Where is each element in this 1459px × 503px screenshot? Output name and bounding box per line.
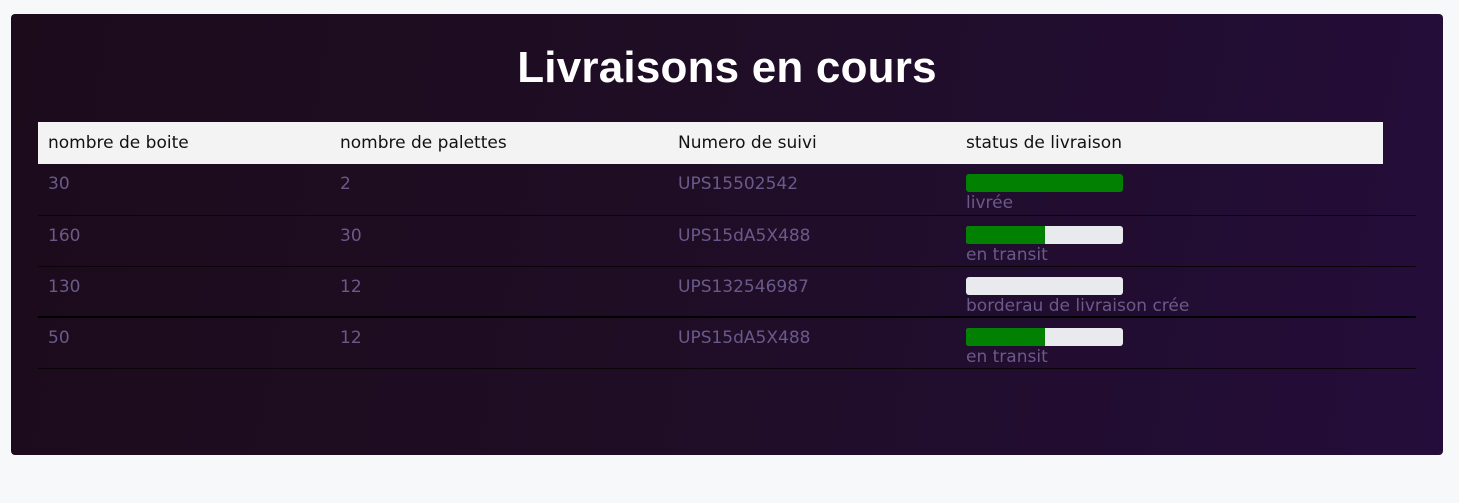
cell-palettes: 30	[330, 215, 668, 267]
cell-spacer	[1383, 266, 1416, 318]
status-label: en transit	[966, 347, 1048, 367]
progress-bar	[966, 328, 1123, 346]
cell-palettes: 12	[330, 316, 668, 369]
deliveries-table: nombre de boite nombre de palettes Numer…	[38, 122, 1416, 369]
status-label: livrée	[966, 193, 1014, 213]
table-row: 50 12 UPS15dA5X488 en transit	[38, 316, 1416, 369]
cell-boites: 30	[38, 164, 330, 216]
table-row: 160 30 UPS15dA5X488 en transit	[38, 215, 1416, 267]
cell-suivi: UPS15502542	[668, 164, 956, 216]
page-title: Livraisons en cours	[517, 43, 937, 92]
cell-boites: 130	[38, 266, 330, 318]
column-header-status: status de livraison	[956, 122, 1383, 164]
cell-palettes: 2	[330, 164, 668, 216]
table-header-row: nombre de boite nombre de palettes Numer…	[38, 122, 1416, 164]
cell-boites: 160	[38, 215, 330, 267]
column-header-palettes: nombre de palettes	[330, 122, 668, 164]
table-row: 130 12 UPS132546987 borderau de livraiso…	[38, 266, 1416, 318]
cell-status: en transit	[956, 316, 1383, 369]
cell-status: livrée	[956, 164, 1383, 216]
cell-palettes: 12	[330, 266, 668, 318]
cell-spacer	[1383, 164, 1416, 216]
status-label: en transit	[966, 244, 1048, 265]
cell-status: en transit	[956, 215, 1383, 267]
table-row: 30 2 UPS15502542 livrée	[38, 164, 1416, 216]
column-header-suivi: Numero de suivi	[668, 122, 956, 164]
cell-status: borderau de livraison crée	[956, 266, 1383, 318]
progress-fill	[966, 174, 1123, 192]
progress-fill	[966, 225, 1045, 244]
cell-spacer	[1383, 316, 1416, 369]
cell-suivi: UPS15dA5X488	[668, 316, 956, 369]
header-spacer	[1383, 122, 1416, 164]
cell-boites: 50	[38, 316, 330, 369]
progress-fill	[966, 328, 1045, 346]
progress-bar	[966, 276, 1123, 295]
progress-bar	[966, 174, 1123, 192]
progress-bar	[966, 225, 1123, 244]
column-header-boites: nombre de boite	[38, 122, 330, 164]
status-label: borderau de livraison crée	[966, 295, 1190, 316]
cell-suivi: UPS15dA5X488	[668, 215, 956, 267]
deliveries-panel: Livraisons en cours nombre de boite nomb…	[11, 14, 1443, 455]
cell-spacer	[1383, 215, 1416, 267]
cell-suivi: UPS132546987	[668, 266, 956, 318]
